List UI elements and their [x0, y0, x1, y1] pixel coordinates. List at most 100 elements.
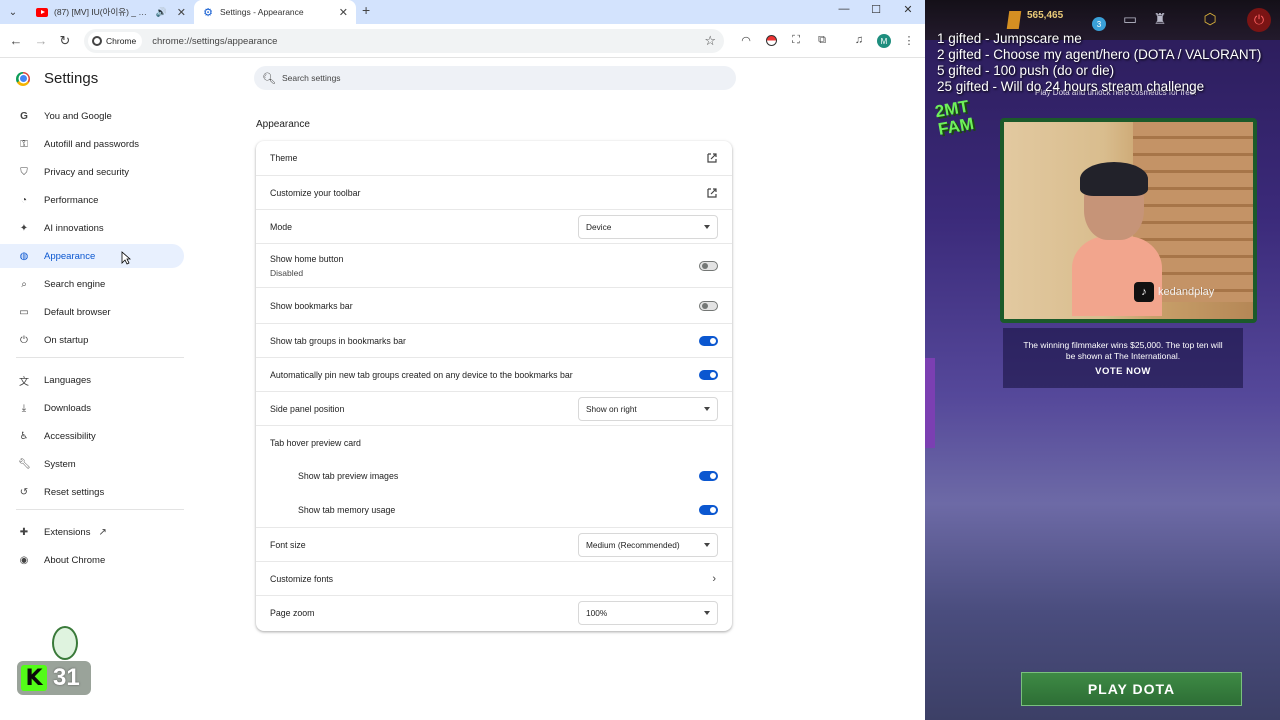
maximize-icon[interactable]: ☐ [861, 3, 891, 16]
sidebar-item-accessibility[interactable]: ♿︎ Accessibility [0, 424, 184, 448]
close-window-icon[interactable]: ✕ [893, 3, 923, 16]
sidebar-item-downloads[interactable]: ⤓ Downloads [0, 396, 184, 420]
sidebar-divider [16, 509, 184, 510]
select-value: Device [586, 221, 612, 232]
close-tab-icon[interactable]: ✕ [177, 6, 186, 19]
notification-badge: 3 [1092, 17, 1106, 31]
sidebar-item-label: You and Google [44, 110, 112, 122]
tab-strip: ⌄ (87) [MV] IU(아이유) _ Blueming 🔊 ✕ ⚙ Set… [0, 0, 925, 24]
extensions-puzzle-icon[interactable]: ⧉ [815, 33, 829, 47]
vote-now-link[interactable]: VOTE NOW [1003, 366, 1243, 377]
customize-fonts-row[interactable]: Customize fonts › [256, 561, 732, 595]
page-zoom-select[interactable]: 100% [578, 600, 718, 625]
row-label: Theme [270, 153, 298, 163]
sidebar-item-extensions[interactable]: ✚ Extensions ↗ [0, 520, 184, 544]
side-panel-select[interactable]: Show on right [578, 396, 718, 421]
sidebar-item-privacy[interactable]: ⛉ Privacy and security [0, 160, 184, 184]
vote-promo-card[interactable]: The winning filmmaker wins $25,000. The … [1003, 328, 1243, 388]
tab-preview-images-row: Show tab preview images [256, 459, 732, 493]
row-label: Side panel position [270, 403, 345, 414]
speaker-icon[interactable]: 🔊 [156, 7, 167, 18]
search-settings-input[interactable] [281, 73, 682, 83]
auto-pin-toggle[interactable] [699, 369, 718, 380]
key-icon: ⚿ [20, 138, 28, 150]
back-icon[interactable]: ← [8, 33, 24, 48]
sidebar-divider [16, 357, 184, 358]
tab-search-button[interactable]: ⌄ [4, 3, 22, 21]
translate-icon: 文 [19, 376, 29, 388]
row-label: Page zoom [270, 607, 315, 618]
sidebar-item-label: Reset settings [44, 486, 105, 498]
dropdown-caret-icon [704, 610, 710, 615]
open-in-new-icon[interactable] [706, 152, 718, 164]
sidebar-item-label: Extensions [44, 526, 91, 538]
sidebar-item-on-startup[interactable]: ⏻ On startup [0, 328, 184, 352]
menu-kebab-icon[interactable]: ⋮ [902, 33, 916, 47]
extension-pokeball-icon[interactable] [764, 33, 778, 47]
plus-hex-icon[interactable]: ⬡ [1201, 10, 1219, 30]
chat-icon[interactable]: ▭ [1121, 10, 1139, 30]
sidebar-item-languages[interactable]: 文 Languages [0, 368, 184, 392]
wrench-icon: 🔧︎ [18, 458, 31, 470]
tab-groups-bar-toggle[interactable] [699, 335, 718, 346]
close-tab-icon[interactable]: ✕ [339, 6, 348, 19]
bookmarks-bar-toggle[interactable] [699, 300, 718, 311]
font-size-row: Font size Medium (Recommended) [256, 527, 732, 561]
address-bar[interactable]: Chrome chrome://settings/appearance ☆ [84, 29, 724, 53]
mode-select[interactable]: Device [578, 214, 718, 239]
sidebar-item-search-engine[interactable]: ⌕ Search engine [0, 272, 184, 296]
gift-line: 2 gifted - Choose my agent/hero (DOTA / … [937, 47, 1262, 62]
sidebar-item-label: Downloads [44, 402, 91, 414]
power-icon[interactable]: ⏻ [1247, 8, 1271, 32]
search-settings-box[interactable]: 🔍︎ [254, 66, 736, 90]
row-label: Customize fonts [270, 573, 334, 584]
sidebar-item-system[interactable]: 🔧︎ System [0, 452, 184, 476]
tiktok-icon: ♪ [1134, 282, 1154, 302]
sidebar-item-label: Appearance [44, 250, 96, 262]
sidebar-item-label: System [44, 458, 76, 470]
gift-line: 1 gifted - Jumpscare me [937, 31, 1082, 46]
sidebar-item-label: Autofill and passwords [44, 138, 140, 150]
screenshot-icon[interactable]: ⛶ [789, 33, 803, 47]
minimize-icon[interactable]: — [829, 3, 859, 15]
armory-icon[interactable]: ♜ [1151, 10, 1169, 30]
sidebar-item-about-chrome[interactable]: ◉ About Chrome [0, 548, 184, 572]
site-info-chip[interactable]: Chrome [88, 32, 143, 50]
palette-icon: ◍ [19, 250, 29, 262]
select-value: Show on right [586, 403, 637, 414]
tab-settings[interactable]: ⚙ Settings - Appearance ✕ [194, 0, 356, 24]
sidebar-item-autofill[interactable]: ⚿ Autofill and passwords [0, 132, 184, 156]
row-label: Mode [270, 221, 293, 232]
open-in-new-icon[interactable] [706, 187, 718, 199]
sidebar-item-label: AI innovations [44, 222, 104, 234]
extension-arc-icon[interactable]: ◠ [739, 33, 753, 47]
customize-toolbar-row[interactable]: Customize your toolbar [256, 175, 732, 209]
tab-youtube[interactable]: (87) [MV] IU(아이유) _ Blueming 🔊 ✕ [28, 1, 194, 23]
bookmark-star-icon[interactable]: ☆ [704, 33, 716, 49]
media-controls-icon[interactable]: ♫ [852, 33, 866, 47]
sidebar-item-ai-innovations[interactable]: ✦ AI innovations [0, 216, 184, 240]
play-dota-button[interactable]: PLAY DOTA [1021, 672, 1242, 706]
sidebar-item-reset-settings[interactable]: ↺ Reset settings [0, 480, 184, 504]
sidebar-item-appearance[interactable]: ◍ Appearance [0, 244, 184, 268]
tab-title: (87) [MV] IU(아이유) _ Blueming [54, 7, 152, 17]
profile-avatar[interactable]: M [877, 34, 891, 48]
new-tab-button[interactable]: + [362, 2, 370, 18]
puzzle-icon: ✚ [19, 526, 29, 538]
mode-row: Mode Device [256, 209, 732, 243]
home-button-toggle[interactable] [699, 260, 718, 271]
tab-preview-images-toggle[interactable] [699, 471, 718, 481]
forward-icon[interactable]: → [33, 33, 49, 48]
gift-line: 25 gifted - Will do 24 hours stream chal… [937, 79, 1205, 94]
tab-memory-toggle[interactable] [699, 505, 718, 515]
speedometer-icon: ◔ [20, 194, 28, 206]
font-size-select[interactable]: Medium (Recommended) [578, 532, 718, 557]
browser-window-icon: ▭ [19, 306, 29, 318]
reload-icon[interactable]: ↻ [57, 33, 73, 49]
sidebar-item-default-browser[interactable]: ▭ Default browser [0, 300, 184, 324]
appearance-card: Theme Customize your toolbar Mode Device… [256, 141, 732, 631]
url-text[interactable]: chrome://settings/appearance [152, 36, 277, 47]
theme-row[interactable]: Theme [256, 141, 732, 175]
sidebar-item-performance[interactable]: ◔ Performance [0, 188, 184, 212]
sidebar-item-you-and-google[interactable]: G You and Google [0, 104, 184, 128]
